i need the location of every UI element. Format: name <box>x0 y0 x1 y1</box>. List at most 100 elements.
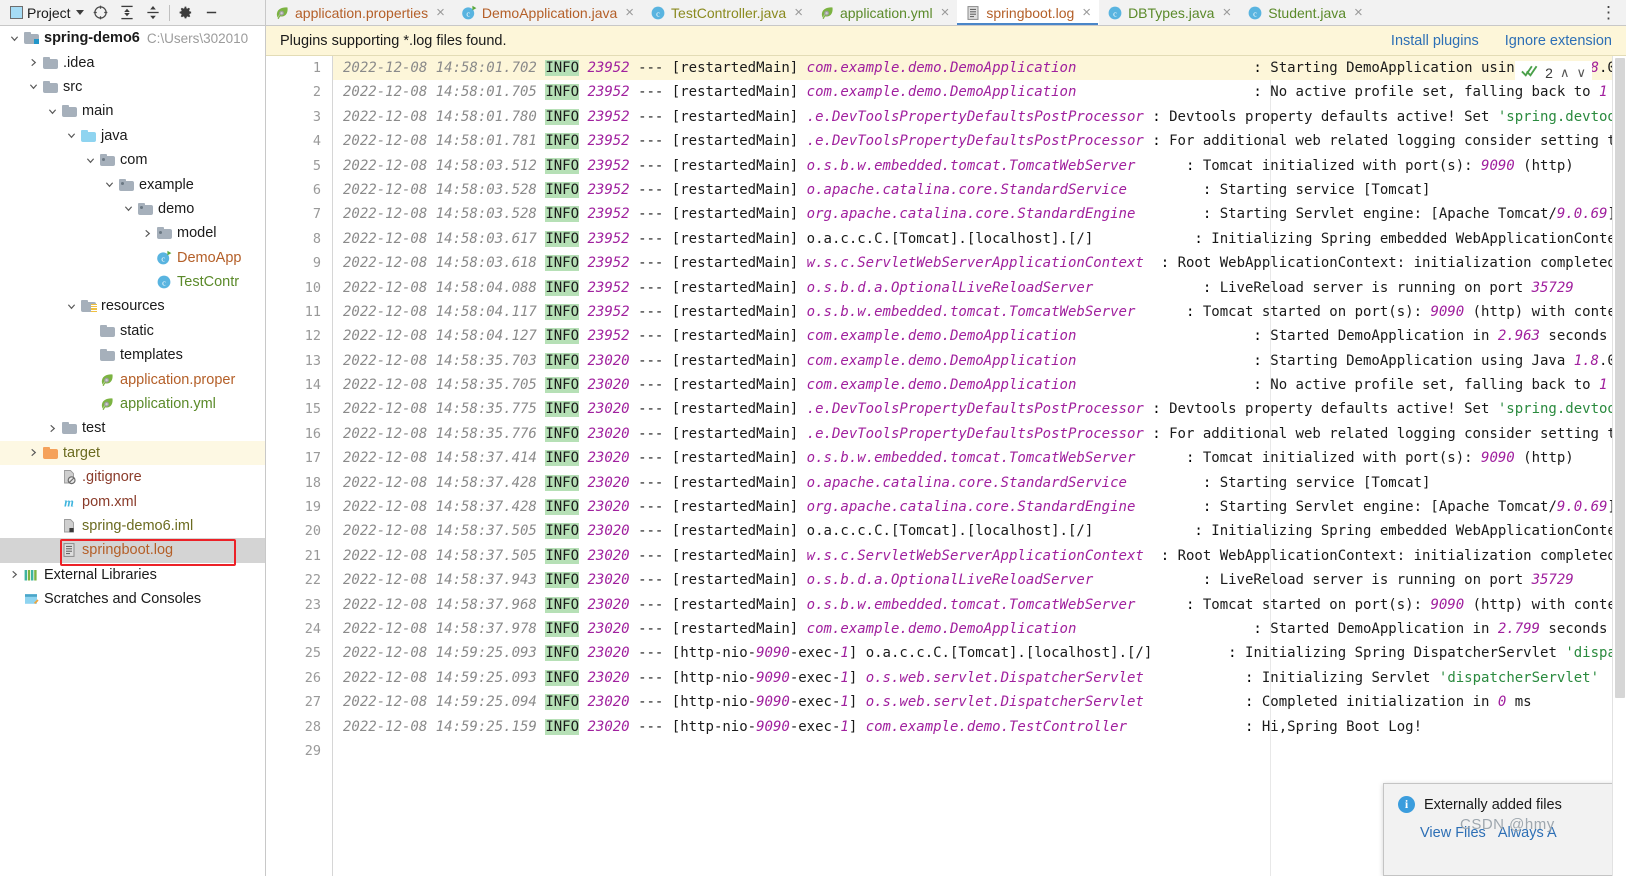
tree-item-src[interactable]: src <box>0 75 265 99</box>
tree-item--idea[interactable]: .idea <box>0 50 265 74</box>
tree-item-com[interactable]: com <box>0 148 265 172</box>
editor-tab-demoapplication-java[interactable]: c DemoApplication.java × <box>453 0 642 25</box>
locate-icon[interactable] <box>88 1 114 25</box>
editor-tab-dbtypes-java[interactable]: c DBTypes.java × <box>1099 0 1239 25</box>
tree-item-resources[interactable]: resources <box>0 294 265 318</box>
tree-item-springboot-log[interactable]: springboot.log <box>0 538 265 563</box>
editor-tab-springboot-log[interactable]: springboot.log × <box>957 0 1100 25</box>
tree-toggle-arrow-icon[interactable] <box>44 107 60 116</box>
log-icon <box>60 542 78 558</box>
svg-text:c: c <box>1113 9 1117 18</box>
scratches-icon <box>22 591 40 607</box>
line-number: 1 <box>312 60 321 76</box>
tree-item-main[interactable]: main <box>0 99 265 123</box>
minimize-icon[interactable] <box>199 1 225 25</box>
tree-item-spring-demo6[interactable]: spring-demo6 C:\Users\302010 <box>0 26 265 50</box>
project-view-selector[interactable]: Project <box>6 5 88 21</box>
editor-tab-application-yml[interactable]: application.yml × <box>811 0 957 25</box>
tree-item-pom-xml[interactable]: m pom.xml <box>0 489 265 513</box>
tree-item-label: spring-demo6 <box>44 30 140 47</box>
tab-overflow-menu-icon[interactable]: ⋮ <box>1591 0 1626 25</box>
tree-item-test[interactable]: test <box>0 416 265 440</box>
close-icon[interactable]: × <box>625 5 634 20</box>
externally-added-files-popup[interactable]: i Externally added files View Files Alwa… <box>1383 783 1626 876</box>
editor-tab-testcontroller-java[interactable]: c TestController.java × <box>642 0 811 25</box>
tree-item-templates[interactable]: templates <box>0 343 265 367</box>
log-line: 2022-12-08 14:58:03.512 INFO 23952 --- [… <box>343 157 1574 174</box>
tree-item-java[interactable]: java <box>0 124 265 148</box>
tab-label: Student.java <box>1268 4 1347 21</box>
log-line: 2022-12-08 14:58:01.702 INFO 23952 --- [… <box>333 56 1626 81</box>
expand-all-icon[interactable] <box>114 1 140 25</box>
close-icon[interactable]: × <box>1222 5 1231 20</box>
line-number: 4 <box>312 133 321 150</box>
chevron-up-icon[interactable]: ∧ <box>1560 65 1570 81</box>
tree-item-label: application.yml <box>120 396 216 413</box>
tree-toggle-arrow-icon[interactable] <box>63 302 79 311</box>
tree-item-scratches-and-consoles[interactable]: Scratches and Consoles <box>0 587 265 611</box>
always-add-link[interactable]: Always A <box>1498 825 1557 841</box>
folder-orange <box>41 446 59 459</box>
tree-toggle-arrow-icon[interactable] <box>82 156 98 165</box>
folder-pkg <box>117 178 135 191</box>
tab-label: application.yml <box>839 4 933 21</box>
collapse-all-icon[interactable] <box>140 1 166 25</box>
close-icon[interactable]: × <box>1354 5 1363 20</box>
gear-icon[interactable] <box>173 1 199 25</box>
tree-toggle-arrow-icon[interactable] <box>25 448 41 457</box>
tab-label: DBTypes.java <box>1128 4 1215 21</box>
chevron-down-icon[interactable]: ∨ <box>1576 65 1586 81</box>
log-line: 2022-12-08 14:58:03.617 INFO 23952 --- [… <box>343 230 1626 247</box>
tree-item-label: Scratches and Consoles <box>44 591 202 608</box>
tree-item-model[interactable]: model <box>0 221 265 245</box>
log-line: 2022-12-08 14:59:25.094 INFO 23020 --- [… <box>343 694 1532 711</box>
line-number: 24 <box>304 620 321 637</box>
close-icon[interactable]: × <box>794 5 803 20</box>
tree-item-static[interactable]: static <box>0 319 265 343</box>
tree-item-spring-demo6-iml[interactable]: spring-demo6.iml <box>0 514 265 538</box>
tree-item-target[interactable]: target <box>0 440 265 466</box>
tree-item-application-proper[interactable]: application.proper <box>0 367 265 391</box>
tree-item-external-libraries[interactable]: External Libraries <box>0 563 265 587</box>
project-tree-panel[interactable]: spring-demo6 C:\Users\302010 .idea src main j… <box>0 26 266 876</box>
view-files-link[interactable]: View Files <box>1420 825 1486 841</box>
tree-item-label: src <box>63 78 83 95</box>
editor-tab-student-java[interactable]: c Student.java × <box>1239 0 1371 25</box>
leaf-icon <box>819 5 835 21</box>
ignore-extension-link[interactable]: Ignore extension <box>1505 33 1612 49</box>
inspection-count: 2 <box>1545 65 1553 81</box>
scrollbar-thumb[interactable] <box>1615 58 1625 698</box>
log-line: 2022-12-08 14:58:37.414 INFO 23020 --- [… <box>343 450 1574 467</box>
inspection-widget[interactable]: 2 ∧ ∨ <box>1515 61 1592 85</box>
line-number: 9 <box>312 255 321 272</box>
tree-toggle-arrow-icon[interactable] <box>63 131 79 140</box>
tree-toggle-arrow-icon[interactable] <box>101 180 117 189</box>
tree-toggle-arrow-icon[interactable] <box>6 570 22 579</box>
tree-toggle-arrow-icon[interactable] <box>44 424 60 433</box>
log-content[interactable]: 2022-12-08 14:58:01.702 INFO 23952 --- [… <box>333 56 1626 876</box>
plugin-notification-bar: Plugins supporting *.log files found. In… <box>266 26 1626 56</box>
line-number: 22 <box>304 572 321 589</box>
tree-toggle-arrow-icon[interactable] <box>139 229 155 238</box>
log-editor[interactable]: 1 2 3 4 5 6 7 8 9 10 11 12 13 14 15 16 17 18 19 20 21 22 23 24 2… <box>266 56 1626 876</box>
notification-actions: Install plugins Ignore extension <box>1391 33 1612 49</box>
tree-item-demoapp[interactable]: c DemoApp <box>0 246 265 270</box>
tree-toggle-arrow-icon[interactable] <box>25 82 41 91</box>
tree-item--gitignore[interactable]: .gitignore <box>0 465 265 489</box>
tree-toggle-arrow-icon[interactable] <box>25 58 41 67</box>
tree-item-demo[interactable]: demo <box>0 197 265 221</box>
editor-scrollbar[interactable] <box>1612 56 1626 876</box>
chevron-down-icon <box>75 10 84 15</box>
install-plugins-link[interactable]: Install plugins <box>1391 33 1479 49</box>
editor-tab-application-properties[interactable]: application.properties × <box>266 0 453 25</box>
tree-toggle-arrow-icon[interactable] <box>120 204 136 213</box>
tree-item-example[interactable]: example <box>0 172 265 196</box>
tree-toggle-arrow-icon[interactable] <box>6 34 22 43</box>
close-icon[interactable]: × <box>436 5 445 20</box>
tree-item-testcontr[interactable]: c TestContr <box>0 270 265 294</box>
close-icon[interactable]: × <box>1082 5 1091 20</box>
tree-item-label: static <box>120 322 154 339</box>
tree-item-application-yml[interactable]: application.yml <box>0 392 265 416</box>
close-icon[interactable]: × <box>941 5 950 20</box>
